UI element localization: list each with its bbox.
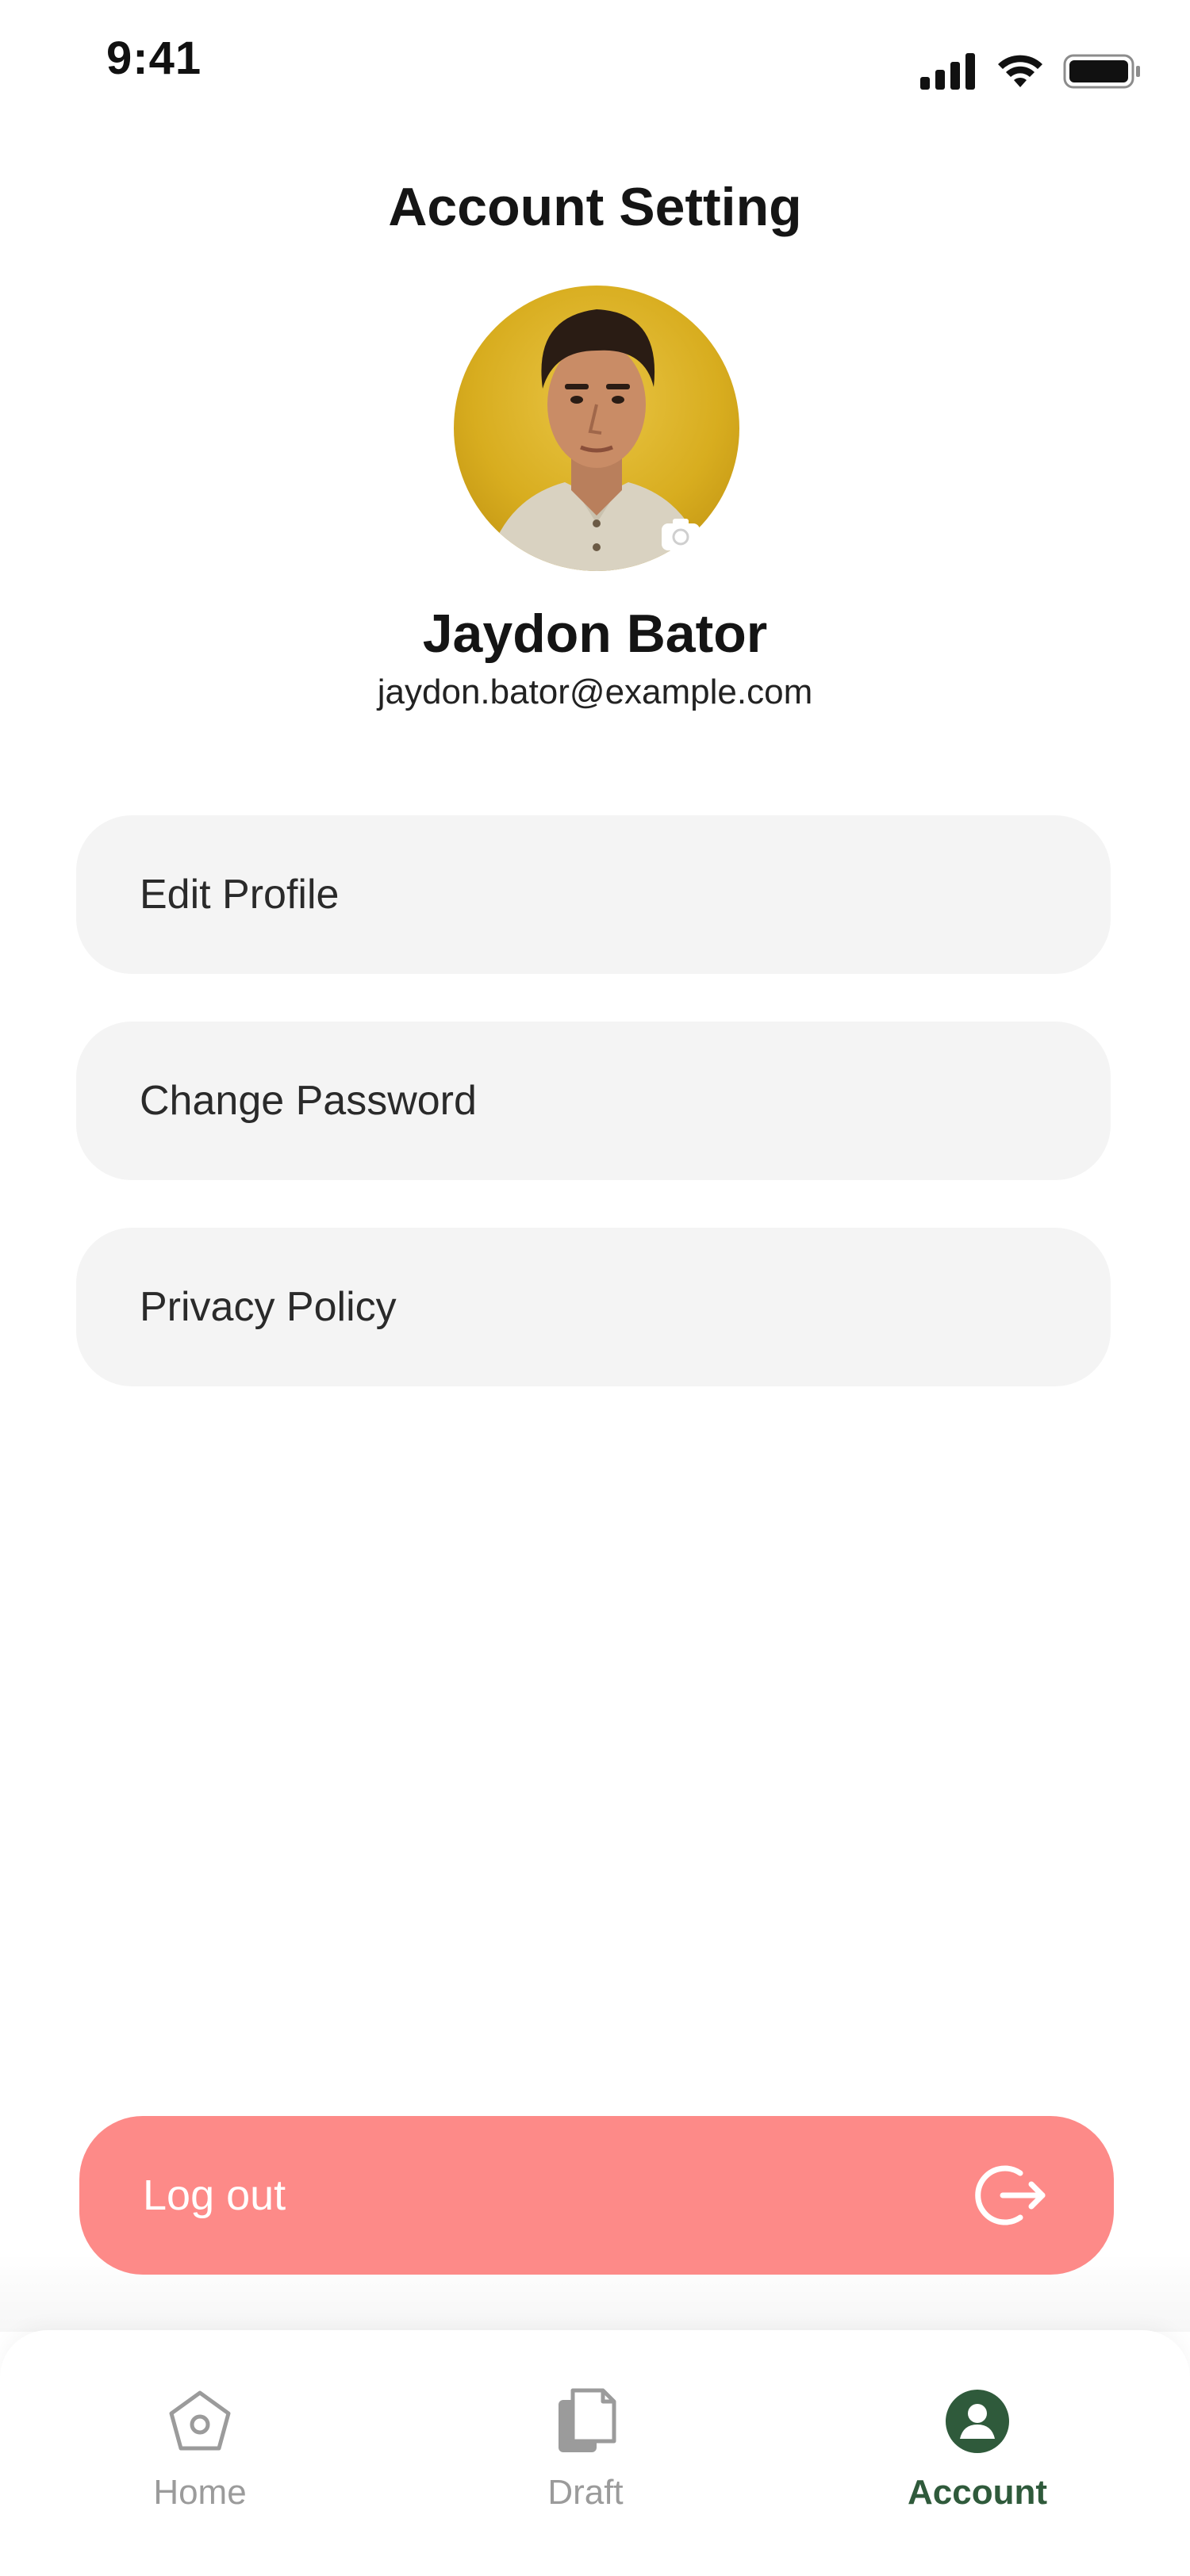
logout-icon <box>971 2156 1050 2235</box>
cellular-signal-icon <box>920 52 977 94</box>
bottom-nav: Home Draft Account <box>0 2330 1190 2576</box>
wifi-icon <box>995 52 1046 94</box>
logout-button[interactable]: Log out <box>79 2116 1114 2275</box>
user-email: jaydon.bator@example.com <box>377 673 813 711</box>
menu-item-label: Privacy Policy <box>140 1284 397 1330</box>
nav-label-draft: Draft <box>547 2473 624 2512</box>
battery-icon <box>1063 52 1142 94</box>
logout-label: Log out <box>143 2172 286 2219</box>
nav-label-account: Account <box>908 2473 1047 2512</box>
status-bar: 9:41 <box>0 0 1190 119</box>
account-icon <box>942 2386 1013 2457</box>
nav-label-home: Home <box>153 2473 247 2512</box>
user-name: Jaydon Bator <box>422 604 768 664</box>
draft-icon <box>550 2386 621 2457</box>
home-icon <box>164 2386 236 2457</box>
menu-item-label: Edit Profile <box>140 872 340 918</box>
status-time: 9:41 <box>106 33 202 84</box>
status-icons <box>920 49 1142 97</box>
camera-icon[interactable] <box>660 517 701 552</box>
nav-item-home[interactable]: Home <box>81 2330 319 2536</box>
edit-profile-button[interactable]: Edit Profile <box>76 815 1111 974</box>
menu-item-label: Change Password <box>140 1078 477 1124</box>
privacy-policy-button[interactable]: Privacy Policy <box>76 1228 1111 1386</box>
change-password-button[interactable]: Change Password <box>76 1022 1111 1180</box>
nav-item-account[interactable]: Account <box>858 2330 1096 2536</box>
nav-item-draft[interactable]: Draft <box>466 2330 704 2536</box>
page-title: Account Setting <box>388 177 802 237</box>
